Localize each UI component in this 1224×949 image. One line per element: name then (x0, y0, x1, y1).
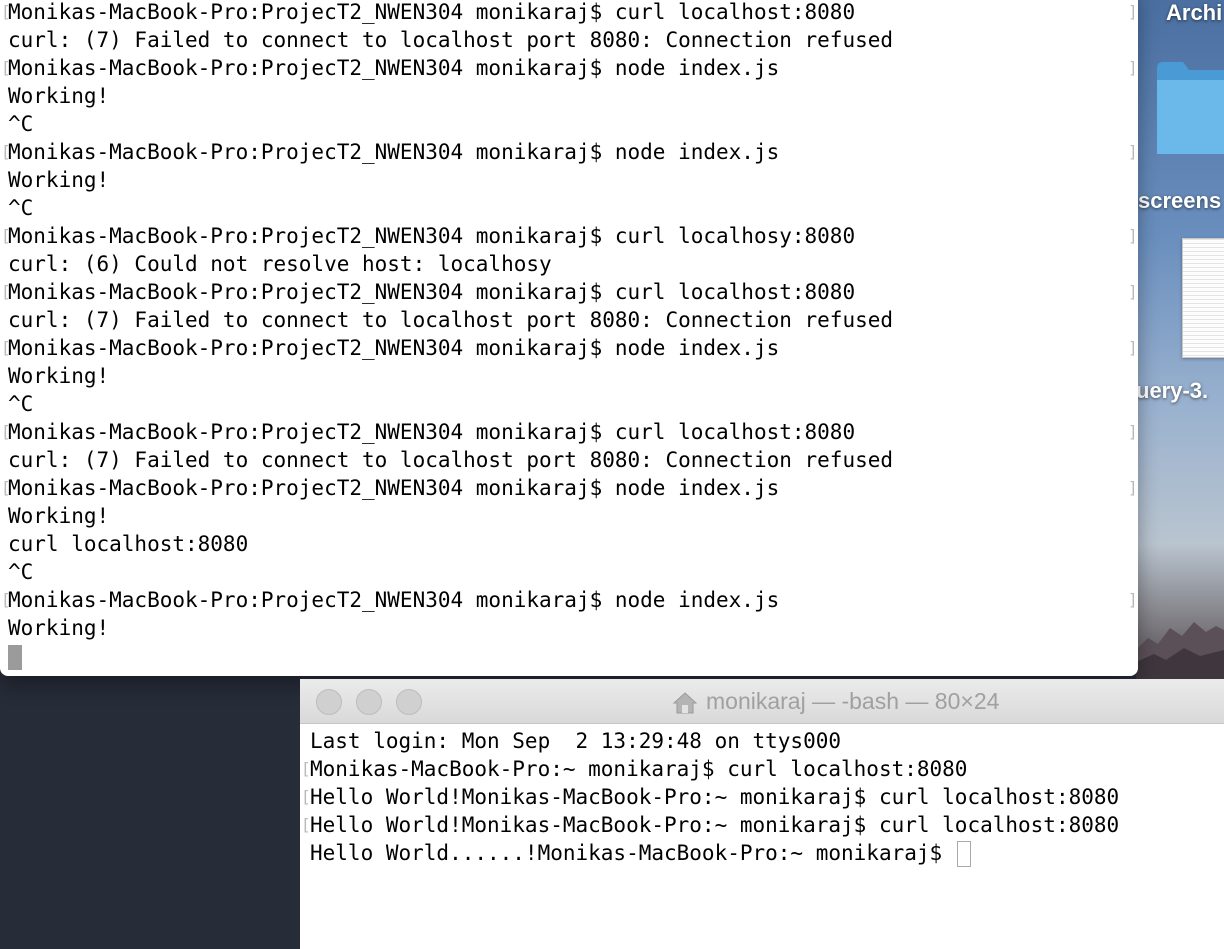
prompt-line: Monikas-MacBook-Pro:ProjecT2_NWEN304 mon… (1, 334, 1138, 362)
output-line: Working! (8, 84, 110, 108)
prompt-line: Monikas-MacBook-Pro:~ monikaraj$ curl lo… (301, 755, 1224, 783)
desktop-item-label-screenshots[interactable]: screens (1138, 188, 1221, 214)
minimize-button[interactable] (356, 689, 382, 715)
folder-icon[interactable] (1153, 58, 1224, 154)
window-title: monikaraj — -bash — 80×24 (672, 679, 999, 723)
output-line: curl: (7) Failed to connect to localhost… (8, 28, 894, 52)
output-line: Working! (8, 504, 110, 528)
desktop-item-label-jquery[interactable]: uery-3. (1136, 378, 1208, 404)
output-line: ^C (8, 196, 34, 220)
mountain-wallpaper (1136, 622, 1224, 680)
prompt-line: Hello World!Monikas-MacBook-Pro:~ monika… (301, 811, 1224, 839)
home-icon (672, 692, 698, 714)
output-line: curl: (7) Failed to connect to localhost… (8, 308, 894, 332)
line-text: Hello World!Monikas-MacBook-Pro:~ monika… (310, 785, 1120, 809)
output-line: curl: (6) Could not resolve host: localh… (8, 252, 552, 276)
close-button[interactable] (316, 689, 342, 715)
line-text: Hello World!Monikas-MacBook-Pro:~ monika… (310, 813, 1120, 837)
output-line: curl: (7) Failed to connect to localhost… (8, 448, 894, 472)
terminal-window-main[interactable]: Monikas-MacBook-Pro:ProjecT2_NWEN304 mon… (0, 0, 1138, 676)
prompt-line: Monikas-MacBook-Pro:ProjecT2_NWEN304 mon… (1, 418, 1138, 446)
window-titlebar[interactable]: monikaraj — -bash — 80×24 (300, 679, 1224, 724)
output-line: curl localhost:8080 (8, 532, 249, 556)
terminal-window-bash[interactable]: monikaraj — -bash — 80×24 Last login: Mo… (300, 679, 1224, 949)
prompt-line: Monikas-MacBook-Pro:ProjecT2_NWEN304 mon… (1, 474, 1138, 502)
cursor-line (8, 642, 1128, 670)
line-text: Last login: Mon Sep 2 13:29:48 on ttys00… (310, 729, 842, 753)
prompt-line: Monikas-MacBook-Pro:ProjecT2_NWEN304 mon… (1, 138, 1138, 166)
terminal-output: Last login: Mon Sep 2 13:29:48 on ttys00… (301, 727, 1224, 867)
prompt-line: Monikas-MacBook-Pro:ProjecT2_NWEN304 mon… (1, 222, 1138, 250)
terminal-output: Monikas-MacBook-Pro:ProjecT2_NWEN304 mon… (1, 0, 1138, 670)
output-line: Last login: Mon Sep 2 13:29:48 on ttys00… (310, 727, 1224, 755)
output-line: Hello World......!Monikas-MacBook-Pro:~ … (310, 839, 1224, 867)
line-text: Hello World......!Monikas-MacBook-Pro:~ … (310, 841, 955, 865)
prompt-line: Monikas-MacBook-Pro:ProjecT2_NWEN304 mon… (1, 586, 1138, 614)
desktop-item-label-archive[interactable]: Archi (1166, 0, 1222, 26)
output-line: Working! (8, 616, 110, 640)
prompt-line: Monikas-MacBook-Pro:ProjecT2_NWEN304 mon… (1, 278, 1138, 306)
output-line: Working! (8, 364, 110, 388)
zoom-button[interactable] (396, 689, 422, 715)
line-text: Monikas-MacBook-Pro:~ monikaraj$ curl lo… (310, 757, 968, 781)
prompt-line: Monikas-MacBook-Pro:ProjecT2_NWEN304 mon… (1, 54, 1138, 82)
output-line: ^C (8, 112, 34, 136)
prompt-line: Hello World!Monikas-MacBook-Pro:~ monika… (301, 783, 1224, 811)
document-thumbnail-icon[interactable] (1182, 238, 1224, 358)
output-line: Working! (8, 168, 110, 192)
window-title-text: monikaraj — -bash — 80×24 (706, 688, 1000, 714)
text-cursor (956, 841, 971, 867)
output-line: ^C (8, 560, 34, 584)
text-cursor (8, 644, 22, 670)
prompt-line: Monikas-MacBook-Pro:ProjecT2_NWEN304 mon… (1, 0, 1138, 26)
output-line: ^C (8, 392, 34, 416)
